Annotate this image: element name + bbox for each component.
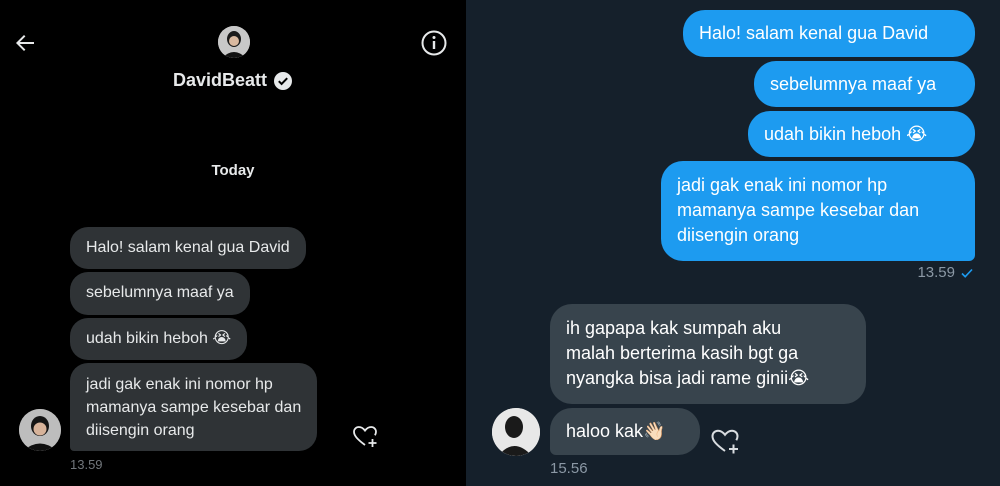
message-bubble[interactable]: Halo! salam kenal gua David bbox=[70, 227, 306, 269]
message-bubble[interactable]: sebelumnya maaf ya bbox=[70, 272, 250, 315]
info-circle-icon[interactable] bbox=[420, 29, 448, 57]
outgoing-message-bubble[interactable]: sebelumnya maaf ya bbox=[754, 61, 975, 107]
sender-avatar[interactable] bbox=[19, 409, 61, 451]
verified-badge-icon bbox=[274, 71, 293, 90]
outgoing-message-bubble[interactable]: jadi gak enak ini nomor hp mamanya sampe… bbox=[661, 161, 975, 261]
header-username-row[interactable]: DavidBeatt bbox=[0, 70, 466, 91]
sender-avatar[interactable] bbox=[492, 408, 540, 456]
outgoing-message-bubble[interactable]: udah bikin heboh 😭 bbox=[748, 111, 975, 157]
check-icon bbox=[961, 268, 973, 278]
outgoing-timestamp-row: 13.59 bbox=[917, 264, 974, 281]
incoming-timestamp: 15.56 bbox=[550, 460, 588, 477]
message-bubble[interactable]: udah bikin heboh 😭 bbox=[70, 318, 248, 360]
incoming-message-bubble[interactable]: ih gapapa kak sumpah aku malah berterima… bbox=[550, 304, 866, 404]
message-bubble[interactable]: jadi gak enak ini nomor hp mamanya sampe… bbox=[70, 363, 318, 451]
outgoing-timestamp: 13.59 bbox=[917, 264, 955, 281]
message-timestamp: 13.59 bbox=[70, 457, 103, 472]
right-dm-screen: Halo! salam kenal gua David sebelumnya m… bbox=[466, 0, 1000, 486]
heart-plus-icon[interactable] bbox=[709, 425, 741, 457]
left-dm-screen: DavidBeatt Today Halo! salam kenal gua D… bbox=[0, 0, 466, 486]
arrow-left-icon[interactable] bbox=[13, 31, 37, 55]
username: DavidBeatt bbox=[172, 70, 268, 90]
heart-plus-icon[interactable] bbox=[351, 422, 379, 450]
incoming-message-bubble[interactable]: haloo kak👋🏻 bbox=[550, 408, 700, 455]
outgoing-message-bubble[interactable]: Halo! salam kenal gua David bbox=[683, 10, 975, 57]
header-avatar[interactable] bbox=[218, 26, 250, 58]
day-separator: Today bbox=[211, 162, 255, 179]
